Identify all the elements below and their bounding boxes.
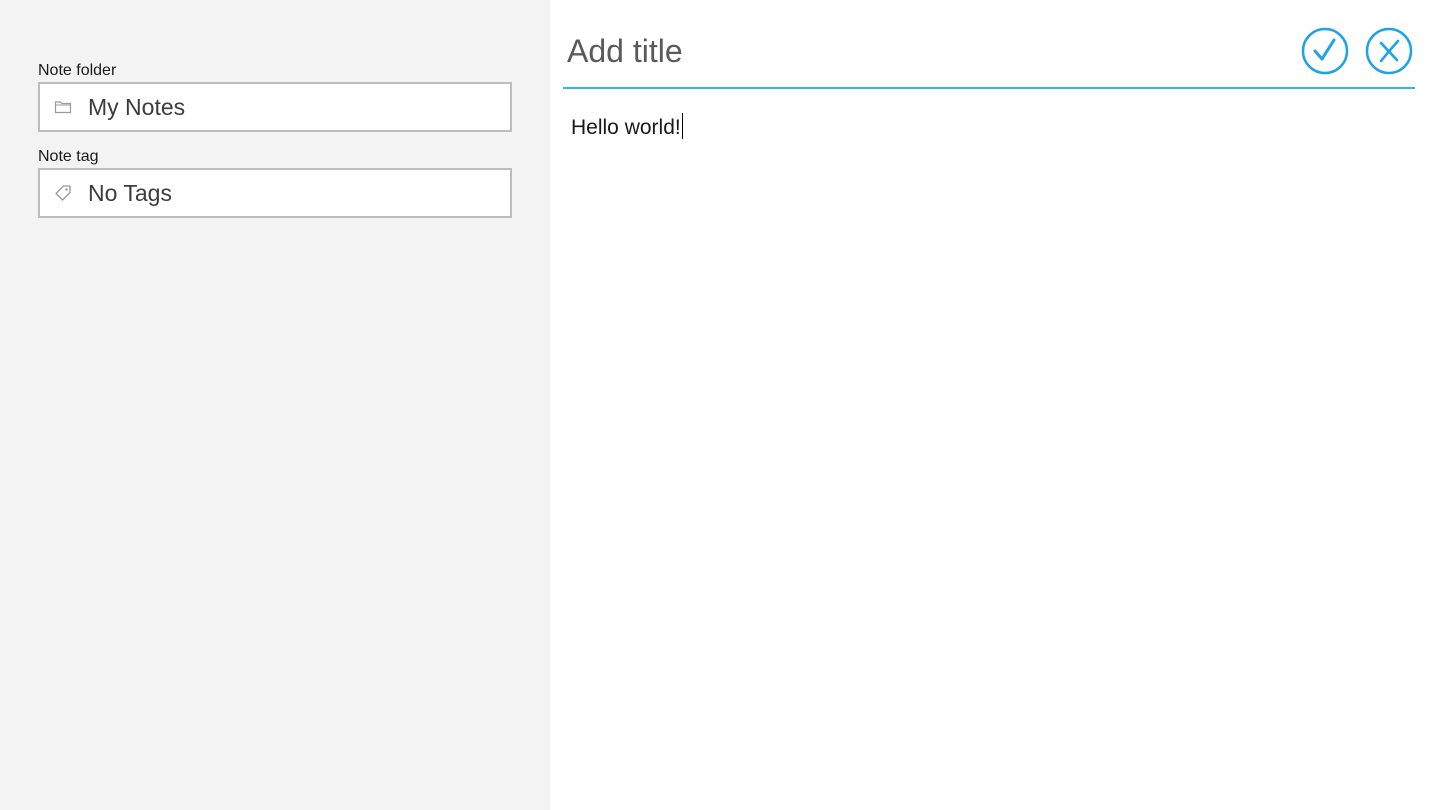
note-properties-panel: Note folder My Notes Note tag No Tags bbox=[0, 0, 550, 810]
note-folder-label: Note folder bbox=[38, 62, 117, 79]
text-caret bbox=[681, 113, 683, 139]
folder-icon bbox=[54, 98, 72, 116]
note-tag-value: No Tags bbox=[88, 179, 172, 206]
tag-icon bbox=[54, 184, 72, 202]
note-folder-selector[interactable]: My Notes bbox=[38, 82, 512, 132]
cancel-button[interactable] bbox=[1365, 27, 1413, 75]
note-body[interactable]: Hello world! bbox=[571, 113, 683, 142]
note-tag-selector[interactable]: No Tags bbox=[38, 168, 512, 218]
note-editor: Hello world! bbox=[550, 0, 1440, 810]
close-circle-icon bbox=[1365, 27, 1413, 75]
note-editor-app: Note folder My Notes Note tag No Tags Ad… bbox=[0, 0, 1440, 810]
save-button[interactable] bbox=[1301, 27, 1349, 75]
checkmark-circle-icon bbox=[1301, 27, 1349, 75]
note-folder-value: My Notes bbox=[88, 93, 186, 120]
title-bar bbox=[563, 0, 1415, 89]
note-tag-label: Note tag bbox=[38, 148, 99, 165]
title-input[interactable] bbox=[567, 28, 1267, 74]
note-body-text: Hello world! bbox=[571, 116, 681, 139]
